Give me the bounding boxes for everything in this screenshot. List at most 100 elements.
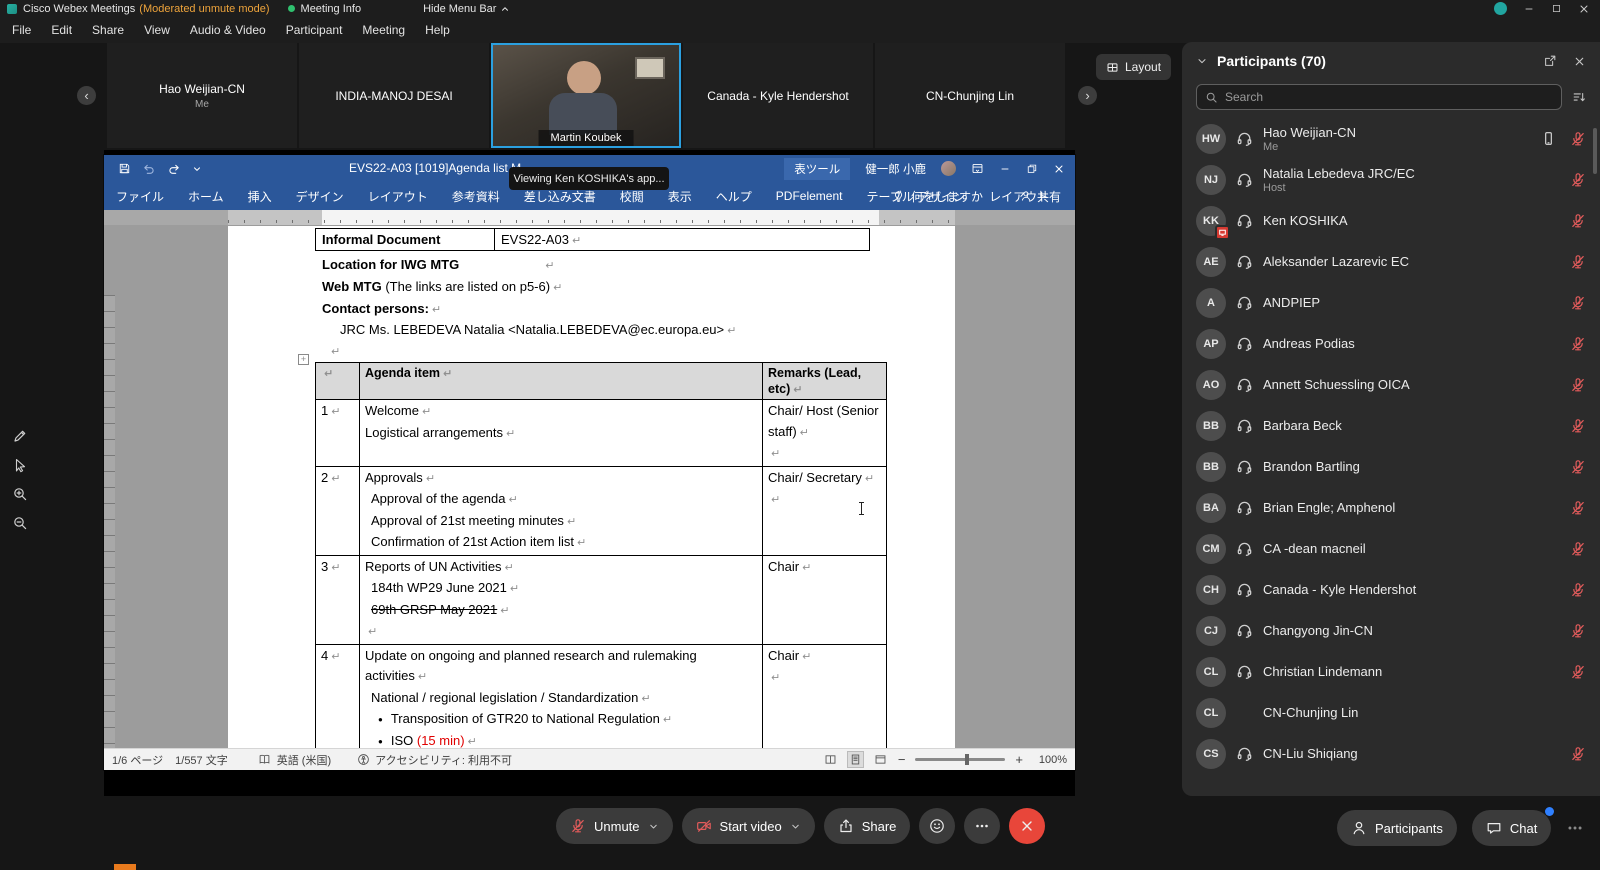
participants-search-input[interactable]: [1225, 90, 1553, 104]
muted-mic-icon[interactable]: [1570, 131, 1586, 147]
participants-scrollbar[interactable]: [1593, 128, 1597, 174]
meeting-info-button[interactable]: Meeting Info: [301, 3, 362, 15]
headset-icon: [1236, 499, 1253, 516]
participant-row[interactable]: BBBarbara Beck: [1182, 405, 1600, 446]
zoom-in-icon[interactable]: [12, 486, 28, 502]
muted-mic-icon[interactable]: [1570, 213, 1586, 229]
agenda-num-cell: 4↵: [316, 644, 360, 748]
hide-menu-bar-button[interactable]: Hide Menu Bar: [423, 3, 510, 15]
menu-help[interactable]: Help: [415, 19, 460, 41]
chevron-down-icon[interactable]: [1196, 55, 1208, 67]
participants-title: Participants (70): [1217, 53, 1326, 69]
participant-row[interactable]: BABrian Engle; Amphenol: [1182, 487, 1600, 528]
participant-row[interactable]: NJNatalia Lebedeva JRC/ECHost: [1182, 159, 1600, 200]
participant-row[interactable]: CJChangyong Jin-CN: [1182, 610, 1600, 651]
chat-toggle-button[interactable]: Chat: [1472, 810, 1551, 846]
pop-out-panel-icon[interactable]: [1543, 54, 1557, 68]
ribbon-tab: 差し込み文書: [524, 188, 596, 205]
reactions-button[interactable]: [919, 808, 955, 844]
avatar: CH: [1196, 575, 1226, 605]
menu-audio-video[interactable]: Audio & Video: [180, 19, 276, 41]
formatting-mark: ↵: [771, 494, 780, 506]
more-options-button[interactable]: [964, 808, 1000, 844]
video-tile[interactable]: Canada - Kyle Hendershot: [683, 43, 873, 148]
muted-mic-icon[interactable]: [1570, 623, 1586, 639]
close-window-icon[interactable]: [1578, 3, 1590, 15]
headset-icon: [1236, 376, 1253, 393]
pointer-icon[interactable]: [12, 457, 28, 473]
share-button[interactable]: Share: [824, 808, 911, 844]
menu-view[interactable]: View: [134, 19, 180, 41]
unmute-button[interactable]: Unmute: [556, 808, 673, 844]
zoom-out-icon[interactable]: [12, 515, 28, 531]
participant-list: HWHao Weijian-CNMeNJNatalia Lebedeva JRC…: [1182, 118, 1600, 774]
muted-mic-icon[interactable]: [1570, 172, 1586, 188]
headset-icon: [1236, 540, 1253, 557]
participant-row[interactable]: CLChristian Lindemann: [1182, 651, 1600, 692]
tell-me-box: 何をしますか: [892, 188, 983, 205]
menu-share[interactable]: Share: [82, 19, 134, 41]
avatar: AP: [1196, 329, 1226, 359]
muted-mic-icon[interactable]: [1570, 541, 1586, 557]
video-options-chevron-icon[interactable]: [790, 821, 801, 832]
sort-participants-icon[interactable]: [1572, 90, 1586, 104]
more-panels-icon[interactable]: [1566, 819, 1584, 837]
muted-mic-icon[interactable]: [1570, 664, 1586, 680]
video-tile[interactable]: INDIA-MANOJ DESAI: [299, 43, 489, 148]
participant-row[interactable]: KKKen KOSHIKA: [1182, 200, 1600, 241]
layout-button[interactable]: Layout: [1096, 54, 1171, 80]
muted-mic-icon[interactable]: [1570, 377, 1586, 393]
muted-mic-icon[interactable]: [1570, 500, 1586, 516]
muted-mic-icon[interactable]: [1570, 254, 1586, 270]
menu-edit[interactable]: Edit: [41, 19, 82, 41]
title-bar: Cisco Webex Meetings (Moderated unmute m…: [0, 0, 1600, 17]
annotate-icon[interactable]: [12, 428, 28, 444]
qat-caret-icon: [192, 164, 202, 174]
participant-row[interactable]: HWHao Weijian-CNMe: [1182, 118, 1600, 159]
menu-meeting[interactable]: Meeting: [352, 19, 415, 41]
muted-mic-icon[interactable]: [1570, 582, 1586, 598]
formatting-mark: ↵: [508, 494, 517, 506]
search-box[interactable]: [1196, 84, 1562, 110]
participant-row[interactable]: CSCN-Liu Shiqiang: [1182, 733, 1600, 774]
muted-mic-icon[interactable]: [1570, 418, 1586, 434]
muted-mic-icon[interactable]: [1570, 746, 1586, 762]
location-line: Location for IWG MTG↵: [322, 257, 554, 272]
video-tile[interactable]: CN-Chunjing Lin: [875, 43, 1065, 148]
participant-row[interactable]: BBBrandon Bartling: [1182, 446, 1600, 487]
video-tile[interactable]: Hao Weijian-CNMe: [107, 43, 297, 148]
zoom-slider: [915, 758, 1005, 761]
participant-row[interactable]: CHCanada - Kyle Hendershot: [1182, 569, 1600, 610]
leave-meeting-button[interactable]: [1009, 808, 1045, 844]
ribbon-tab: 表示: [668, 188, 692, 205]
menu-file[interactable]: File: [2, 19, 41, 41]
webex-status-icon[interactable]: [1494, 2, 1507, 15]
start-video-button[interactable]: Start video: [682, 808, 815, 844]
muted-mic-icon[interactable]: [1570, 459, 1586, 475]
formatting-mark: ↵: [506, 428, 515, 440]
doc-line: Approvals↵: [365, 468, 757, 490]
maximize-window-icon[interactable]: [1551, 3, 1562, 14]
participant-row[interactable]: APAndreas Podias: [1182, 323, 1600, 364]
participant-row-icons: [1570, 336, 1586, 352]
participant-row[interactable]: AEAleksander Lazarevic EC: [1182, 241, 1600, 282]
formatting-mark: ↵: [331, 651, 340, 663]
participant-row[interactable]: AANDPIEP: [1182, 282, 1600, 323]
video-strip-next-arrow[interactable]: ›: [1078, 86, 1097, 105]
video-strip-prev-arrow[interactable]: ‹: [77, 86, 96, 105]
muted-mic-icon[interactable]: [1570, 336, 1586, 352]
participants-toggle-button[interactable]: Participants: [1337, 810, 1457, 846]
participant-row[interactable]: AOAnnett Schuessling OICA: [1182, 364, 1600, 405]
word-status-bar: 1/6 ページ 1/557 文字 英語 (米国) アクセシビリティ: 利用不可 …: [104, 748, 1075, 770]
participant-row[interactable]: CLCN-Chunjing Lin: [1182, 692, 1600, 733]
participant-row-icons: [1570, 172, 1586, 188]
minimize-window-icon[interactable]: [1523, 3, 1535, 15]
formatting-mark: ↵: [331, 473, 340, 485]
participant-row[interactable]: CMCA -dean macneil: [1182, 528, 1600, 569]
close-panel-icon[interactable]: [1573, 55, 1586, 68]
video-tile[interactable]: Martin Koubek: [491, 43, 681, 148]
unmute-options-chevron-icon[interactable]: [648, 821, 659, 832]
muted-mic-icon[interactable]: [1570, 295, 1586, 311]
menu-participant[interactable]: Participant: [276, 19, 353, 41]
contact-email-line: JRC Ms. LEBEDEVA Natalia <Natalia.LEBEDE…: [340, 322, 736, 337]
